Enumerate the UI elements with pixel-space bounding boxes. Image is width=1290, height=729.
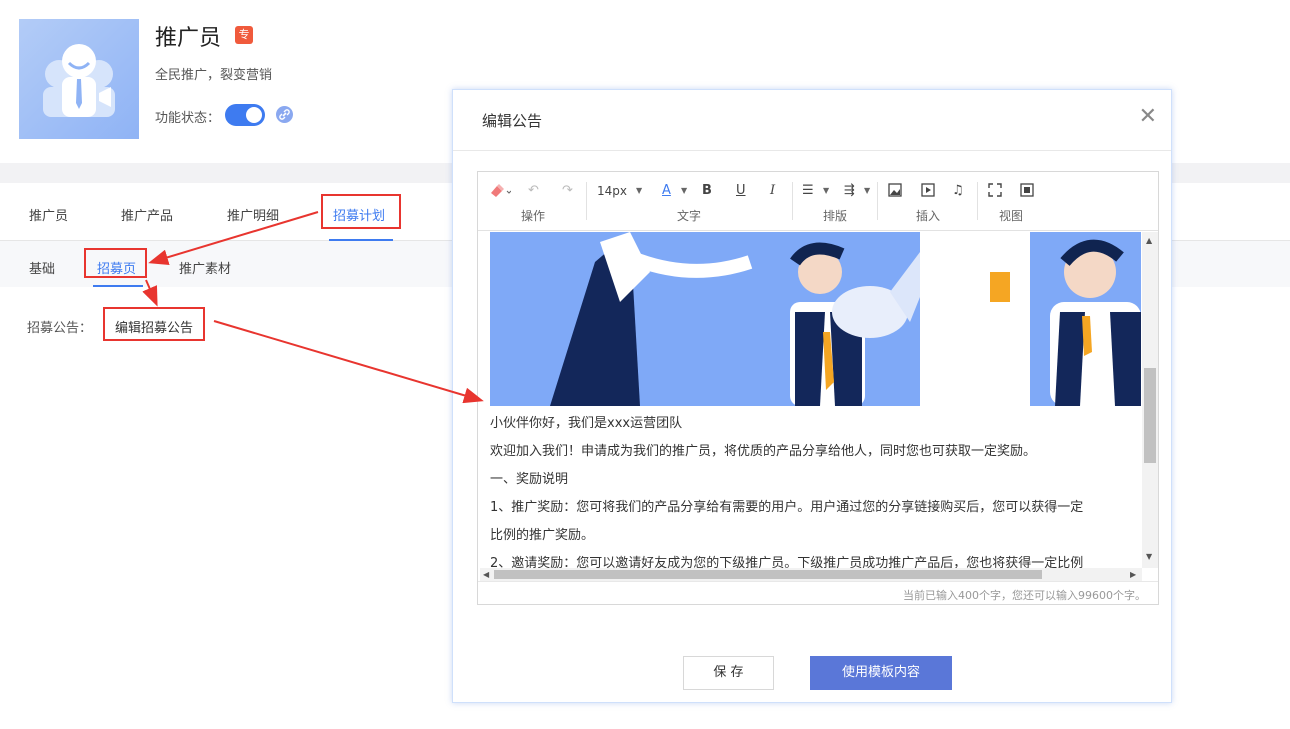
toolbar-group-view: 视图 xyxy=(999,209,1024,223)
app-logo xyxy=(19,19,139,139)
underline-icon[interactable]: U xyxy=(736,182,746,200)
content-line: 比例的推广奖励。 xyxy=(490,528,595,543)
scroll-right-icon[interactable]: ▶ xyxy=(1130,570,1136,579)
music-icon[interactable]: ♫ xyxy=(952,182,964,200)
banner-image xyxy=(490,232,1141,406)
subtab-basic[interactable]: 基础 xyxy=(29,258,55,277)
chevron-down-icon[interactable]: ▼ xyxy=(864,182,870,200)
rich-text-editor: ↶ ↷ 操作 14px ▼ A ▼ B U I 文字 ☰ ▼ ⇶ ▼ 排版 ♫ … xyxy=(477,171,1159,605)
scroll-left-icon[interactable]: ◀ xyxy=(483,570,489,579)
annotation-box-edit-notice xyxy=(103,307,205,341)
page: 推广员 专 全民推广，裂变营销 功能状态： 推广员 推广产品 推广明细 招募计划… xyxy=(0,0,1290,729)
redo-icon[interactable]: ↷ xyxy=(562,182,573,200)
tab-products[interactable]: 推广产品 xyxy=(121,205,173,224)
font-color-icon[interactable]: A xyxy=(662,182,671,200)
status-toggle[interactable] xyxy=(225,104,265,126)
align-icon[interactable]: ☰ xyxy=(802,182,814,200)
modal-title: 编辑公告 xyxy=(482,112,543,130)
toolbar-separator xyxy=(586,182,587,220)
close-icon[interactable]: ✕ xyxy=(1139,106,1157,128)
recruit-notice-label: 招募公告： xyxy=(27,321,93,336)
toolbar-separator xyxy=(877,182,878,220)
char-count: 当前已输入400个字，您还可以输入99600个字。 xyxy=(903,589,1146,602)
toolbar-group-insert: 插入 xyxy=(916,209,941,223)
fullscreen-icon[interactable] xyxy=(987,182,1003,204)
horizontal-scroll-thumb[interactable] xyxy=(494,570,1042,579)
scroll-up-icon[interactable]: ▲ xyxy=(1146,236,1152,245)
indent-icon[interactable]: ⇶ xyxy=(844,182,855,200)
preview-icon[interactable] xyxy=(1019,182,1035,204)
toolbar-separator xyxy=(977,182,978,220)
count-divider xyxy=(478,581,1158,582)
image-icon[interactable] xyxy=(887,182,903,204)
active-subtab-indicator xyxy=(93,285,143,287)
annotation-box-recruit-page xyxy=(84,248,147,278)
subtab-materials[interactable]: 推广素材 xyxy=(179,258,231,277)
status-label: 功能状态： xyxy=(155,111,221,126)
font-size-select[interactable]: 14px xyxy=(597,182,627,200)
tab-details[interactable]: 推广明细 xyxy=(227,205,279,224)
eraser-icon[interactable] xyxy=(487,182,512,206)
vertical-scrollbar[interactable]: ▲ ▼ xyxy=(1142,232,1158,568)
undo-icon[interactable]: ↶ xyxy=(528,182,539,200)
video-icon[interactable] xyxy=(920,182,936,204)
chevron-down-icon[interactable]: ▼ xyxy=(636,182,642,200)
pro-badge: 专 xyxy=(235,26,253,44)
content-line: 小伙伴你好，我们是xxx运营团队 xyxy=(490,416,683,431)
bold-icon[interactable]: B xyxy=(702,182,712,200)
chevron-down-icon[interactable]: ▼ xyxy=(681,182,687,200)
app-title: 推广员 xyxy=(155,26,222,51)
toolbar-group-actions: 操作 xyxy=(521,209,546,223)
editor-toolbar: ↶ ↷ 操作 14px ▼ A ▼ B U I 文字 ☰ ▼ ⇶ ▼ 排版 ♫ … xyxy=(478,172,1158,231)
toolbar-group-text: 文字 xyxy=(677,209,702,223)
arrow-to-editor xyxy=(213,320,484,404)
annotation-box-recruit-plan xyxy=(321,194,401,229)
tab-promoters[interactable]: 推广员 xyxy=(29,205,68,224)
use-template-button[interactable]: 使用模板内容 xyxy=(810,656,952,690)
toolbar-separator xyxy=(792,182,793,220)
content-line: 1、推广奖励：您可将我们的产品分享给有需要的用户。用户通过您的分享链接购买后，您… xyxy=(490,500,1084,515)
scroll-down-icon[interactable]: ▼ xyxy=(1146,552,1152,561)
content-line: 欢迎加入我们！申请成为我们的推广员，将优质的产品分享给他人，同时您也可获取一定奖… xyxy=(490,444,1037,459)
vertical-scroll-thumb[interactable] xyxy=(1144,368,1156,463)
app-subtitle: 全民推广，裂变营销 xyxy=(155,68,273,83)
content-line: 一、奖励说明 xyxy=(490,472,569,487)
modal-header-divider xyxy=(453,150,1171,151)
toolbar-group-layout: 排版 xyxy=(823,209,848,223)
horizontal-scrollbar[interactable]: ◀ ▶ xyxy=(480,568,1142,581)
edit-notice-modal: 编辑公告 ✕ ↶ ↷ 操作 14px ▼ A ▼ B U I 文字 ☰ ▼ ⇶ … xyxy=(452,89,1172,703)
chevron-down-icon[interactable]: ▼ xyxy=(823,182,829,200)
editor-content[interactable]: 小伙伴你好，我们是xxx运营团队 欢迎加入我们！申请成为我们的推广员，将优质的产… xyxy=(478,232,1158,581)
link-icon[interactable] xyxy=(276,106,293,123)
italic-icon[interactable]: I xyxy=(770,182,775,200)
save-button[interactable]: 保 存 xyxy=(683,656,774,690)
